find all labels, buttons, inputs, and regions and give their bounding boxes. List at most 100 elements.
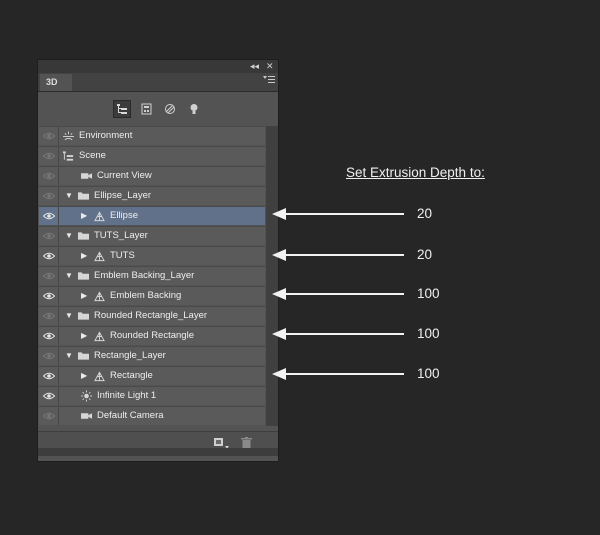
layer-row-label: Emblem Backing bbox=[110, 290, 182, 301]
resize-grip[interactable] bbox=[38, 448, 278, 456]
light-filter-icon[interactable] bbox=[185, 100, 203, 118]
layer-row[interactable]: ▶ Emblem Backing bbox=[39, 286, 265, 305]
layer-row-label: Rounded Rectangle_Layer bbox=[94, 310, 208, 321]
layer-row[interactable]: Environment bbox=[39, 126, 265, 145]
layer-row-label: Ellipse bbox=[110, 210, 138, 221]
collapse-twisty-icon[interactable]: ▼ bbox=[65, 307, 73, 325]
layer-row[interactable]: ▼ Rounded Rectangle_Layer bbox=[39, 306, 265, 325]
light-icon bbox=[81, 390, 92, 402]
mesh-filter-icon[interactable] bbox=[137, 100, 155, 118]
camera-icon bbox=[81, 411, 92, 421]
visibility-eye-icon[interactable] bbox=[39, 307, 59, 325]
folder-icon bbox=[78, 351, 89, 361]
extrusion-depth-value: 100 bbox=[417, 326, 440, 341]
layer-list: Environment Scene Current View ▼ Ellipse_Lay… bbox=[39, 126, 265, 426]
layer-row-label: Rectangle bbox=[110, 370, 153, 381]
layer-row-label: Rectangle_Layer bbox=[94, 350, 166, 361]
collapse-panel-button[interactable]: ◂◂ bbox=[250, 61, 259, 72]
layer-row-label: Ellipse_Layer bbox=[94, 190, 152, 201]
layer-row[interactable]: ▶ Ellipse bbox=[39, 206, 265, 225]
annotation-arrow-line bbox=[284, 254, 404, 256]
expand-twisty-icon[interactable]: ▶ bbox=[81, 287, 87, 305]
layer-row[interactable]: ▶ TUTS bbox=[39, 246, 265, 265]
panel-footer bbox=[38, 431, 278, 456]
visibility-eye-icon[interactable] bbox=[39, 247, 59, 265]
layer-row-label: Emblem Backing_Layer bbox=[94, 270, 195, 281]
layer-row[interactable]: ▶ Rectangle bbox=[39, 366, 265, 385]
environment-icon bbox=[63, 130, 74, 141]
layer-row[interactable]: Infinite Light 1 bbox=[39, 386, 265, 405]
visibility-eye-icon[interactable] bbox=[39, 227, 59, 245]
mesh-icon bbox=[94, 290, 105, 301]
visibility-eye-icon[interactable] bbox=[39, 347, 59, 365]
layer-row-label: Infinite Light 1 bbox=[97, 390, 157, 401]
tab-3d[interactable]: 3D bbox=[40, 74, 72, 91]
scene-icon bbox=[63, 150, 74, 161]
layer-row-label: TUTS bbox=[110, 250, 135, 261]
mesh-icon bbox=[94, 370, 105, 381]
expand-twisty-icon[interactable]: ▶ bbox=[81, 247, 87, 265]
mesh-icon bbox=[94, 250, 105, 261]
expand-twisty-icon[interactable]: ▶ bbox=[81, 327, 87, 345]
panel-tab-bar: 3D bbox=[38, 73, 278, 92]
visibility-eye-icon[interactable] bbox=[39, 127, 59, 145]
scrollbar[interactable] bbox=[266, 126, 278, 426]
annotation-arrow-icon bbox=[272, 328, 286, 340]
camera-icon bbox=[81, 171, 92, 181]
collapse-twisty-icon[interactable]: ▼ bbox=[65, 347, 73, 365]
layer-row-label: Default Camera bbox=[97, 410, 164, 421]
layer-row-label: Environment bbox=[79, 130, 133, 141]
extrusion-depth-value: 100 bbox=[417, 286, 440, 301]
mesh-icon bbox=[94, 210, 105, 221]
collapse-twisty-icon[interactable]: ▼ bbox=[65, 227, 73, 245]
visibility-eye-icon[interactable] bbox=[39, 387, 59, 405]
layer-row[interactable]: Current View bbox=[39, 166, 265, 185]
scene-filter-icon[interactable] bbox=[113, 100, 131, 118]
close-panel-button[interactable]: ✕ bbox=[266, 61, 274, 72]
expand-twisty-icon[interactable]: ▶ bbox=[81, 207, 87, 225]
expand-twisty-icon[interactable]: ▶ bbox=[81, 367, 87, 385]
annotation-title: Set Extrusion Depth to: bbox=[346, 165, 485, 180]
layer-row[interactable]: Scene bbox=[39, 146, 265, 165]
visibility-eye-icon[interactable] bbox=[39, 327, 59, 345]
visibility-eye-icon[interactable] bbox=[39, 207, 59, 225]
layer-row[interactable]: Default Camera bbox=[39, 406, 265, 425]
visibility-eye-icon[interactable] bbox=[39, 287, 59, 305]
layer-row-label: Scene bbox=[79, 150, 106, 161]
annotation-arrow-line bbox=[284, 333, 404, 335]
layer-row[interactable]: ▼ Ellipse_Layer bbox=[39, 186, 265, 205]
annotation-arrow-line bbox=[284, 373, 404, 375]
visibility-eye-icon[interactable] bbox=[39, 267, 59, 285]
visibility-eye-icon[interactable] bbox=[39, 147, 59, 165]
annotation-arrow-line bbox=[284, 213, 404, 215]
visibility-eye-icon[interactable] bbox=[39, 407, 59, 425]
folder-icon bbox=[78, 191, 89, 201]
filter-toolbar bbox=[38, 92, 278, 126]
collapse-twisty-icon[interactable]: ▼ bbox=[65, 267, 73, 285]
panel-title-bar: ◂◂ ✕ bbox=[38, 60, 278, 73]
visibility-eye-icon[interactable] bbox=[39, 167, 59, 185]
layer-row-label: TUTS_Layer bbox=[94, 230, 148, 241]
layer-row[interactable]: ▶ Rounded Rectangle bbox=[39, 326, 265, 345]
layer-row-label: Rounded Rectangle bbox=[110, 330, 194, 341]
annotation-arrow-icon bbox=[272, 288, 286, 300]
material-filter-icon[interactable] bbox=[161, 100, 179, 118]
annotation-arrow-icon bbox=[272, 368, 286, 380]
layer-row-label: Current View bbox=[97, 170, 152, 181]
layer-row[interactable]: ▼ Emblem Backing_Layer bbox=[39, 266, 265, 285]
annotation-arrow-icon bbox=[272, 249, 286, 261]
extrusion-depth-value: 20 bbox=[417, 247, 433, 262]
extrusion-depth-value: 20 bbox=[417, 206, 433, 221]
visibility-eye-icon[interactable] bbox=[39, 187, 59, 205]
annotation-arrow-line bbox=[284, 293, 404, 295]
3d-panel: ◂◂ ✕ 3D Environment Scene Current View ▼ Ell… bbox=[37, 59, 279, 462]
collapse-twisty-icon[interactable]: ▼ bbox=[65, 187, 73, 205]
visibility-eye-icon[interactable] bbox=[39, 367, 59, 385]
folder-icon bbox=[78, 311, 89, 321]
panel-menu-icon[interactable] bbox=[263, 75, 275, 86]
layer-row[interactable]: ▼ TUTS_Layer bbox=[39, 226, 265, 245]
layer-row[interactable]: ▼ Rectangle_Layer bbox=[39, 346, 265, 365]
annotation-arrow-icon bbox=[272, 208, 286, 220]
extrusion-depth-value: 100 bbox=[417, 366, 440, 381]
folder-icon bbox=[78, 231, 89, 241]
